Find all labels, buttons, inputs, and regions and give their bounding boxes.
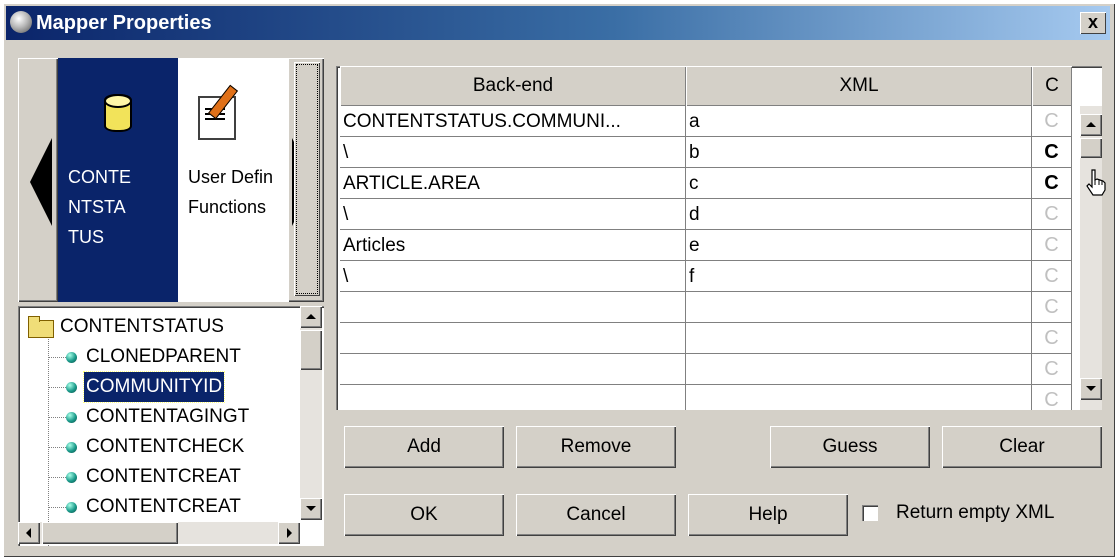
field-icon: [66, 412, 77, 423]
c-toggle-cell[interactable]: C: [1032, 199, 1072, 230]
backend-cell[interactable]: [340, 323, 686, 354]
cancel-button[interactable]: Cancel: [516, 494, 676, 536]
hand-cursor-icon: [1086, 169, 1106, 196]
xml-cell[interactable]: [686, 354, 1032, 385]
xml-cell[interactable]: [686, 292, 1032, 323]
backend-cell[interactable]: ARTICLE.AREA: [340, 168, 686, 199]
xml-cell[interactable]: a: [686, 106, 1032, 137]
xml-cell[interactable]: b: [686, 137, 1032, 168]
scroll-thumb[interactable]: [1080, 138, 1102, 158]
edit-document-icon: [198, 96, 236, 140]
remove-button[interactable]: Remove: [516, 426, 676, 468]
arrow-right-icon: [287, 528, 292, 538]
table-vertical-scrollbar[interactable]: [1080, 106, 1102, 410]
arrow-up-icon: [1086, 122, 1096, 127]
tree-node[interactable]: CLONEDPARENT: [18, 342, 288, 372]
tree-node-label: CONTENTAGINGT: [86, 406, 250, 427]
return-empty-xml-checkbox[interactable]: [862, 505, 878, 521]
scroll-up-button[interactable]: [1080, 114, 1102, 136]
backend-cell[interactable]: \: [340, 199, 686, 230]
c-toggle-cell[interactable]: C: [1032, 354, 1072, 385]
c-toggle-cell[interactable]: C: [1032, 323, 1072, 354]
field-icon: [66, 472, 77, 483]
clear-button[interactable]: Clear: [942, 426, 1102, 468]
c-toggle-cell[interactable]: C: [1032, 261, 1072, 292]
scroll-down-button[interactable]: [1080, 378, 1102, 400]
palette-item-contentstatus[interactable]: CONTE NTSTA TUS: [58, 58, 178, 302]
xml-cell[interactable]: d: [686, 199, 1032, 230]
c-toggle-cell[interactable]: C: [1032, 137, 1072, 168]
tree-node[interactable]: CONTENTCREAT: [18, 492, 288, 522]
backend-cell[interactable]: CONTENTSTATUS.COMMUNI...: [340, 106, 686, 137]
scroll-down-button[interactable]: [300, 498, 322, 520]
tree-horizontal-scrollbar[interactable]: [18, 522, 300, 544]
return-empty-xml-label[interactable]: Return empty XML: [896, 500, 1054, 526]
window-title: Mapper Properties: [36, 12, 212, 34]
app-icon: [10, 11, 32, 33]
tree-node[interactable]: CONTENTCHECK: [18, 432, 288, 462]
close-button[interactable]: x: [1080, 12, 1106, 34]
tree-node-label: CONTENTCREAT: [86, 466, 241, 487]
xml-cell[interactable]: f: [686, 261, 1032, 292]
tree-node-label: CONTENTSTATUS: [60, 316, 224, 337]
tree-node-selected[interactable]: COMMUNITYID: [18, 371, 288, 403]
palette-scrollbar[interactable]: [294, 62, 320, 296]
xml-cell[interactable]: e: [686, 230, 1032, 261]
arrow-left-icon: [30, 138, 52, 226]
palette-item-label: CONTE NTSTA TUS: [68, 167, 131, 247]
palette-item-user-defined-functions[interactable]: User Defin Functions: [178, 58, 288, 302]
c-toggle-cell[interactable]: C: [1032, 230, 1072, 261]
column-header-backend[interactable]: Back-end: [340, 66, 686, 106]
tree-node[interactable]: CONTENTAGINGT: [18, 402, 288, 432]
xml-cell[interactable]: [686, 323, 1032, 354]
c-toggle-cell[interactable]: C: [1032, 106, 1072, 137]
component-palette: CONTE NTSTA TUS User Defin Functions: [18, 58, 324, 302]
arrow-left-icon: [26, 528, 31, 538]
arrow-down-icon: [1086, 386, 1096, 391]
backend-cell[interactable]: [340, 354, 686, 385]
backend-cell[interactable]: \: [340, 261, 686, 292]
palette-scroll-left-button[interactable]: [18, 58, 58, 302]
backend-cell[interactable]: \: [340, 137, 686, 168]
tree-vertical-scrollbar[interactable]: [300, 306, 322, 520]
field-icon: [66, 352, 77, 363]
scroll-thumb[interactable]: [300, 330, 322, 370]
field-icon: [66, 382, 77, 393]
c-toggle-cell[interactable]: C: [1032, 168, 1072, 199]
palette-item-label: User Defin Functions: [188, 167, 274, 217]
database-icon: [104, 94, 132, 132]
tree-node-label: CLONEDPARENT: [86, 346, 241, 367]
tree-node-label: CONTENTCREAT: [86, 496, 241, 517]
c-toggle-cell[interactable]: C: [1032, 292, 1072, 323]
backend-cell[interactable]: Articles: [340, 230, 686, 261]
c-toggle-cell[interactable]: C: [1032, 385, 1072, 410]
field-icon: [66, 502, 77, 513]
backend-cell[interactable]: [340, 292, 686, 323]
arrow-down-icon: [306, 506, 316, 511]
xml-cell[interactable]: [686, 385, 1032, 410]
scroll-right-button[interactable]: [278, 522, 300, 544]
column-header-c[interactable]: C: [1032, 66, 1072, 106]
add-button[interactable]: Add: [344, 426, 504, 468]
scroll-left-button[interactable]: [18, 522, 40, 544]
title-bar[interactable]: Mapper Properties x: [6, 6, 1110, 40]
column-header-xml[interactable]: XML: [686, 66, 1032, 106]
xml-cell[interactable]: c: [686, 168, 1032, 199]
tree-node-label: COMMUNITYID: [82, 371, 226, 403]
field-icon: [66, 442, 77, 453]
scroll-thumb[interactable]: [42, 522, 178, 544]
ok-button[interactable]: OK: [344, 494, 504, 536]
scroll-up-button[interactable]: [300, 306, 322, 328]
arrow-up-icon: [306, 314, 316, 319]
mapping-table: Back-end XML C CONTENTSTATUS.COMMUNI... a…: [336, 66, 1102, 410]
help-button[interactable]: Help: [688, 494, 848, 536]
tree-node-label: CONTENTCHECK: [86, 436, 245, 457]
folder-icon: [28, 316, 54, 338]
backend-cell[interactable]: [340, 385, 686, 410]
field-tree: CONTENTSTATUS CLONEDPARENT COMMUNITYID C…: [18, 306, 324, 546]
tree-node[interactable]: CONTENTCREAT: [18, 462, 288, 492]
guess-button[interactable]: Guess: [770, 426, 930, 468]
